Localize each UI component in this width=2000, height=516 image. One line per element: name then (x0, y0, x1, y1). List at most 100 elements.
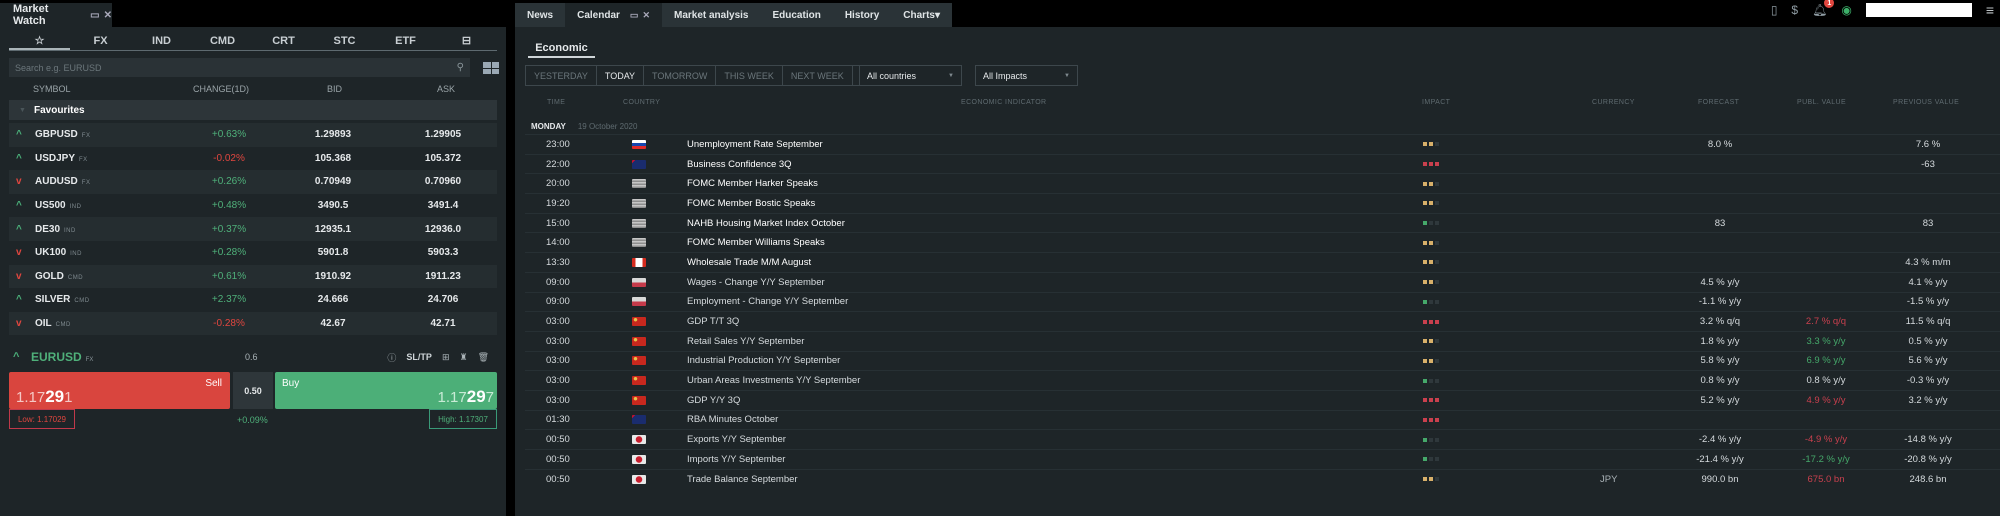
bid-price[interactable]: 0.70949 (303, 176, 363, 187)
event-indicator[interactable]: Imports Y/Y September (687, 454, 785, 465)
event-indicator[interactable]: NAHB Housing Market Index October (687, 218, 845, 229)
search-icon[interactable]: ⚲ (457, 62, 464, 73)
info-icon[interactable]: ⓘ (387, 351, 396, 364)
event-indicator[interactable]: Trade Balance September (687, 474, 798, 485)
ask-price[interactable]: 0.70960 (413, 176, 473, 187)
tab-cmd[interactable]: CMD (192, 31, 253, 50)
search-input[interactable] (15, 62, 457, 73)
filter-this-week[interactable]: THIS WEEK (716, 66, 783, 85)
event-row[interactable]: 03:00 Industrial Production Y/Y September… (525, 350, 2000, 371)
bid-price[interactable]: 24.666 (303, 294, 363, 305)
event-indicator[interactable]: FOMC Member Bostic Speaks (687, 198, 815, 209)
event-row[interactable]: 20:00 FOMC Member Harker Speaks (525, 173, 2000, 193)
grid-view-icon[interactable] (483, 62, 499, 74)
tab-education[interactable]: Education (760, 3, 833, 27)
event-row[interactable]: 23:00 Unemployment Rate September 8.0 % 7.6… (525, 134, 2000, 154)
volume-input[interactable]: 0.50 (233, 372, 273, 409)
event-indicator[interactable]: Retail Sales Y/Y September (687, 336, 804, 347)
event-row[interactable]: 13:30 Wholesale Trade M/M August 4.3 % m/m (525, 252, 2000, 272)
col-symbol[interactable]: SYMBOL (33, 84, 71, 94)
instrument-row[interactable]: ^ GBPUSD FX +0.63% 1.29893 1.29905 (9, 123, 497, 147)
inbox-icon[interactable]: ⊟ (436, 31, 497, 50)
filter-next-week[interactable]: NEXT WEEK (783, 66, 853, 85)
buy-button[interactable]: Buy 1.17297 (275, 372, 497, 409)
menu-icon[interactable]: ≡ (1986, 2, 1994, 18)
tab-history[interactable]: History (832, 3, 892, 27)
event-row[interactable]: 03:00 GDP Y/Y 3Q 5.2 % y/y 4.9 % y/y 3.2 % y… (525, 389, 2000, 410)
tab-fx[interactable]: FX (70, 31, 131, 50)
tab-etf[interactable]: ETF (375, 31, 436, 50)
event-indicator[interactable]: Unemployment Rate September (687, 139, 823, 150)
account-input[interactable] (1865, 3, 1972, 17)
event-row[interactable]: 03:00 GDP T/T 3Q 3.2 % q/q 2.7 % q/q 11.5 % … (525, 311, 2000, 331)
instrument-row[interactable]: ^ US500 IND +0.48% 3490.5 3491.4 (9, 193, 497, 218)
bid-price[interactable]: 1910.92 (303, 271, 363, 282)
bid-price[interactable]: 1.29893 (303, 129, 363, 140)
instrument-row[interactable]: v UK100 IND +0.28% 5901.8 5903.3 (9, 240, 497, 265)
tab-news[interactable]: News (515, 3, 566, 27)
bid-price[interactable]: 12935.1 (303, 224, 363, 235)
event-indicator[interactable]: GDP Y/Y 3Q (687, 395, 740, 406)
instrument-row[interactable]: ^ USDJPY FX -0.02% 105.368 105.372 (9, 146, 497, 171)
favourites-group[interactable]: ▼ Favourites (9, 100, 497, 120)
event-indicator[interactable]: Industrial Production Y/Y September (687, 355, 840, 366)
event-indicator[interactable]: Wages - Change Y/Y September (687, 277, 825, 288)
instrument-row[interactable]: v AUDUSD FX +0.26% 0.70949 0.70960 (9, 170, 497, 194)
bid-price[interactable]: 5901.8 (303, 247, 363, 258)
maximize-icon[interactable]: ▭ (90, 10, 99, 21)
transfer-icon[interactable]: $ (1791, 3, 1798, 17)
event-row[interactable]: 15:00 NAHB Housing Market Index October 83… (525, 212, 2000, 233)
event-row[interactable]: 00:50 Imports Y/Y September -21.4 % y/y -17… (525, 449, 2000, 469)
event-row[interactable]: 19:20 FOMC Member Bostic Speaks (525, 193, 2000, 213)
event-indicator[interactable]: Business Confidence 3Q (687, 159, 792, 170)
filter-today[interactable]: TODAY (597, 66, 645, 85)
tab-economic[interactable]: Economic (528, 39, 595, 58)
ask-price[interactable]: 24.706 (413, 294, 473, 305)
tab-market-watch[interactable]: Market Watch ▭ ✕ (0, 3, 112, 27)
country-select[interactable]: All countries ▼ (859, 65, 962, 86)
tab-ind[interactable]: IND (131, 31, 192, 50)
col-ask[interactable]: ASK (437, 84, 455, 94)
event-row[interactable]: 09:00 Wages - Change Y/Y September 4.5 % y… (525, 271, 2000, 292)
ask-price[interactable]: 3491.4 (413, 200, 473, 211)
bid-price[interactable]: 105.368 (303, 153, 363, 164)
chevron-up-icon[interactable]: ^ (13, 351, 19, 363)
bid-price[interactable]: 3490.5 (303, 200, 363, 211)
event-row[interactable]: 00:50 Exports Y/Y September -2.4 % y/y -4.9… (525, 429, 2000, 449)
impact-select[interactable]: All Impacts ▼ (975, 65, 1078, 86)
ask-price[interactable]: 1.29905 (413, 129, 473, 140)
filter-yesterday[interactable]: YESTERDAY (526, 66, 597, 85)
col-change[interactable]: CHANGE(1D) (193, 84, 249, 94)
tab-crt[interactable]: CRT (253, 31, 314, 50)
event-indicator[interactable]: Employment - Change Y/Y September (687, 296, 848, 307)
trash-icon[interactable]: 🗑 (478, 352, 489, 363)
event-row[interactable]: 14:00 FOMC Member Williams Speaks (525, 232, 2000, 252)
col-bid[interactable]: BID (327, 84, 342, 94)
event-indicator[interactable]: RBA Minutes October (687, 414, 778, 425)
event-row[interactable]: 09:00 Employment - Change Y/Y September -1… (525, 291, 2000, 312)
bid-price[interactable]: 42.67 (303, 318, 363, 329)
filter-tomorrow[interactable]: TOMORROW (644, 66, 717, 85)
tab-calendar[interactable]: Calendar ▭ ✕ (565, 3, 662, 27)
ask-price[interactable]: 42.71 (413, 318, 473, 329)
plus-icon[interactable]: ⊞ (442, 352, 450, 363)
close-icon[interactable]: ✕ (642, 10, 650, 21)
tab-charts[interactable]: Charts▾ (891, 3, 952, 27)
tab-stc[interactable]: STC (314, 31, 375, 50)
event-row[interactable]: 00:50 Trade Balance September JPY 990.0 bn 6… (525, 468, 2000, 489)
event-indicator[interactable]: FOMC Member Williams Speaks (687, 237, 825, 248)
sltp-button[interactable]: SL/TP (406, 352, 432, 362)
chart-icon[interactable]: ♜ (459, 352, 467, 363)
event-indicator[interactable]: Wholesale Trade M/M August (687, 257, 811, 268)
event-row[interactable]: 03:00 Urban Areas Investments Y/Y Septemb… (525, 370, 2000, 390)
ask-price[interactable]: 1911.23 (413, 271, 473, 282)
event-row[interactable]: 03:00 Retail Sales Y/Y September 1.8 % y/y… (525, 330, 2000, 351)
event-indicator[interactable]: GDP T/T 3Q (687, 316, 739, 327)
maximize-icon[interactable]: ▭ (630, 10, 639, 21)
tab-favourites[interactable]: ☆ (9, 31, 70, 50)
book-icon[interactable]: ▯ (1771, 3, 1778, 17)
instrument-row[interactable]: ^ DE30 IND +0.37% 12935.1 12936.0 (9, 217, 497, 241)
close-icon[interactable]: ✕ (104, 10, 112, 21)
event-indicator[interactable]: FOMC Member Harker Speaks (687, 178, 818, 189)
ask-price[interactable]: 5903.3 (413, 247, 473, 258)
